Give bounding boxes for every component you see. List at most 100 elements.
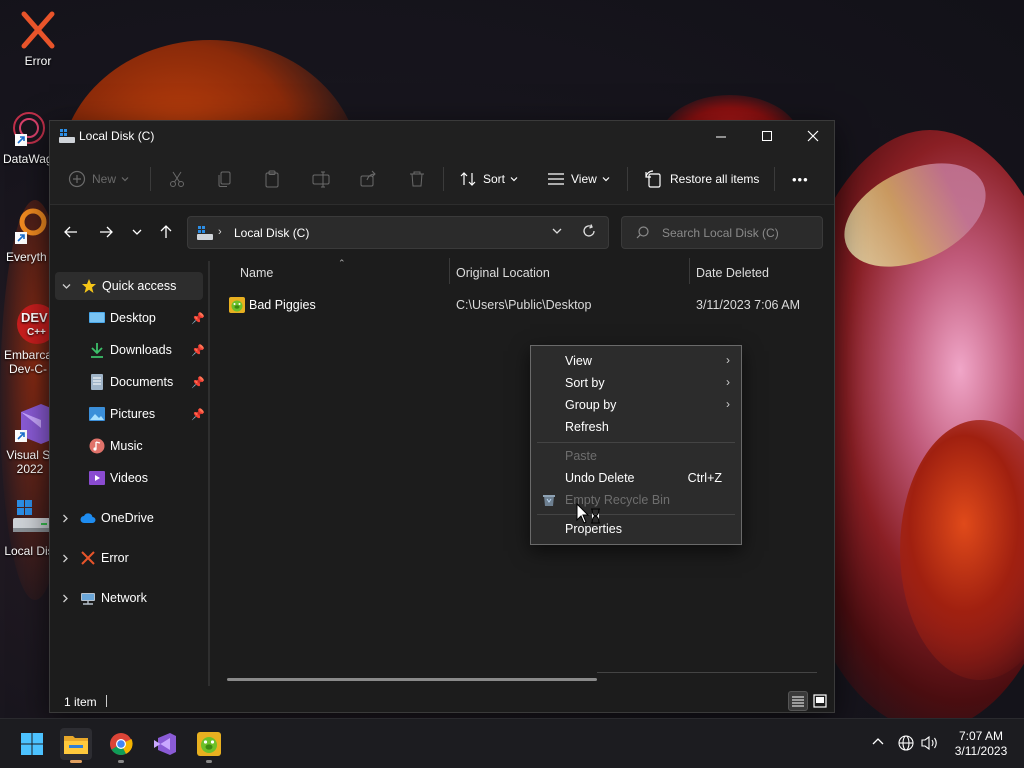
more-options-button[interactable]: •••: [792, 165, 809, 193]
taskbar-file-explorer[interactable]: [60, 728, 92, 763]
sidebar-item-downloads[interactable]: Downloads 📌: [50, 336, 208, 364]
address-bar[interactable]: › Local Disk (C): [187, 216, 609, 249]
menu-item-paste[interactable]: Paste: [531, 445, 741, 467]
chevron-right-icon: ›: [726, 353, 730, 367]
maximize-button[interactable]: [744, 121, 790, 151]
desktop-icon-devcpp[interactable]: DEV C++ Embarca Dev-C-: [0, 302, 55, 376]
view-button[interactable]: View: [547, 165, 617, 193]
volume-icon[interactable]: [921, 735, 939, 751]
star-icon: [82, 279, 96, 293]
sidebar-item-label: Error: [101, 551, 129, 565]
delete-button[interactable]: [408, 165, 432, 193]
clipboard-icon: [265, 170, 279, 188]
arrow-up-icon: [160, 225, 172, 238]
taskbar-bad-piggies[interactable]: [193, 728, 225, 763]
close-button[interactable]: [790, 121, 836, 151]
sidebar-item-label: Videos: [110, 471, 148, 485]
sidebar-item-label: Documents: [110, 375, 174, 389]
up-button[interactable]: [154, 220, 178, 244]
sidebar-item-music[interactable]: Music: [50, 432, 208, 460]
toolbar-divider: [774, 167, 775, 191]
sidebar-item-network[interactable]: Network: [50, 584, 208, 612]
network-icon: [81, 593, 95, 605]
search-box[interactable]: Search Local Disk (C): [621, 216, 823, 249]
sidebar-item-onedrive[interactable]: OneDrive: [50, 504, 208, 532]
menu-item-label: Undo Delete: [565, 471, 635, 485]
show-hidden-icons-chevron-icon[interactable]: [871, 735, 885, 749]
sidebar-item-label: Pictures: [110, 407, 156, 421]
copy-button[interactable]: [216, 165, 240, 193]
tiles-view-button[interactable]: [810, 691, 830, 711]
sidebar-item-error[interactable]: Error: [50, 544, 208, 572]
details-view-button[interactable]: [788, 691, 808, 711]
title-bar[interactable]: Local Disk (C): [50, 121, 834, 153]
minimize-button[interactable]: [698, 121, 744, 151]
sidebar-item-quick-access[interactable]: Quick access: [55, 272, 203, 300]
context-menu: View › Sort by › Group by › Refresh Past…: [530, 345, 742, 545]
paste-button[interactable]: [263, 165, 287, 193]
file-original-location: C:\Users\Public\Desktop: [456, 298, 592, 312]
menu-item-label: Paste: [565, 449, 597, 463]
sidebar-item-label: Quick access: [102, 279, 177, 293]
chevron-down-icon[interactable]: [551, 225, 563, 237]
column-divider[interactable]: [449, 258, 450, 284]
taskbar-chrome[interactable]: [105, 728, 137, 763]
chevron-right-icon: ›: [726, 397, 730, 411]
recent-locations-button[interactable]: [125, 220, 149, 244]
search-placeholder: Search Local Disk (C): [662, 226, 779, 240]
system-clock[interactable]: 7:07 AM 3/11/2023: [948, 729, 1014, 759]
desktop-icon-visual-studio[interactable]: Visual St 2022: [0, 402, 55, 476]
share-button[interactable]: [360, 165, 384, 193]
menu-item-empty-recycle-bin[interactable]: Empty Recycle Bin: [531, 489, 741, 511]
share-icon: [360, 170, 376, 187]
sidebar-item-documents[interactable]: Documents 📌: [50, 368, 208, 396]
desktop-icon-everything[interactable]: Everyth: [0, 204, 55, 264]
menu-item-group-by[interactable]: Group by ›: [531, 394, 741, 416]
svg-text:DEV: DEV: [21, 310, 48, 325]
desktop-icon-label: Local Dis: [4, 544, 54, 558]
start-button[interactable]: [16, 728, 48, 760]
column-divider[interactable]: [689, 258, 690, 284]
sort-button[interactable]: Sort: [459, 165, 525, 193]
menu-item-label: Refresh: [565, 420, 609, 434]
menu-item-properties[interactable]: Properties: [531, 518, 741, 540]
sidebar-item-pictures[interactable]: Pictures 📌: [50, 400, 208, 428]
chevron-down-icon: [602, 177, 610, 182]
desktop-icon-local-disk[interactable]: Local Dis: [0, 498, 55, 558]
back-button[interactable]: [59, 220, 83, 244]
menu-item-refresh[interactable]: Refresh: [531, 416, 741, 438]
horizontal-scrollbar-thumb[interactable]: [227, 678, 597, 681]
restore-all-button[interactable]: Restore all items: [644, 165, 759, 193]
new-button[interactable]: New: [68, 165, 136, 193]
sidebar-item-desktop[interactable]: Desktop 📌: [50, 304, 208, 332]
desktop-icon-error[interactable]: Error: [0, 8, 76, 68]
breadcrumb-local-disk[interactable]: Local Disk (C): [234, 226, 309, 240]
taskbar-visual-studio[interactable]: [149, 728, 181, 760]
arrow-left-icon: [64, 226, 77, 238]
cut-button[interactable]: [168, 165, 192, 193]
horizontal-scrollbar-track[interactable]: [597, 672, 817, 673]
tiles-view-icon: [813, 694, 827, 708]
column-header-name[interactable]: Name: [240, 266, 273, 280]
column-header-original-location[interactable]: Original Location: [456, 266, 550, 280]
forward-button[interactable]: [94, 220, 118, 244]
navigation-pane: Quick access Desktop 📌 Downloads 📌 Docum…: [50, 258, 208, 688]
datawag-icon: [13, 112, 45, 146]
sort-icon: [460, 172, 476, 186]
chevron-right-icon: ›: [726, 375, 730, 389]
menu-item-sort-by[interactable]: Sort by ›: [531, 372, 741, 394]
menu-item-label: View: [565, 354, 592, 368]
refresh-icon[interactable]: [582, 224, 596, 238]
sidebar-item-videos[interactable]: Videos: [50, 464, 208, 492]
menu-item-view[interactable]: View ›: [531, 350, 741, 372]
desktop-icon-datawag[interactable]: DataWag: [0, 106, 55, 166]
network-globe-icon[interactable]: [898, 735, 914, 751]
table-row[interactable]: Bad Piggies C:\Users\Public\Desktop 3/11…: [227, 294, 827, 316]
command-bar: New Sort View Restore all items •••: [50, 153, 834, 205]
music-icon: [89, 438, 105, 454]
column-header-date-deleted[interactable]: Date Deleted: [696, 266, 769, 280]
menu-item-undo-delete[interactable]: Undo Delete Ctrl+Z: [531, 467, 741, 489]
rename-button[interactable]: [312, 165, 336, 193]
scissors-icon: [170, 171, 184, 187]
new-label: New: [92, 172, 117, 186]
